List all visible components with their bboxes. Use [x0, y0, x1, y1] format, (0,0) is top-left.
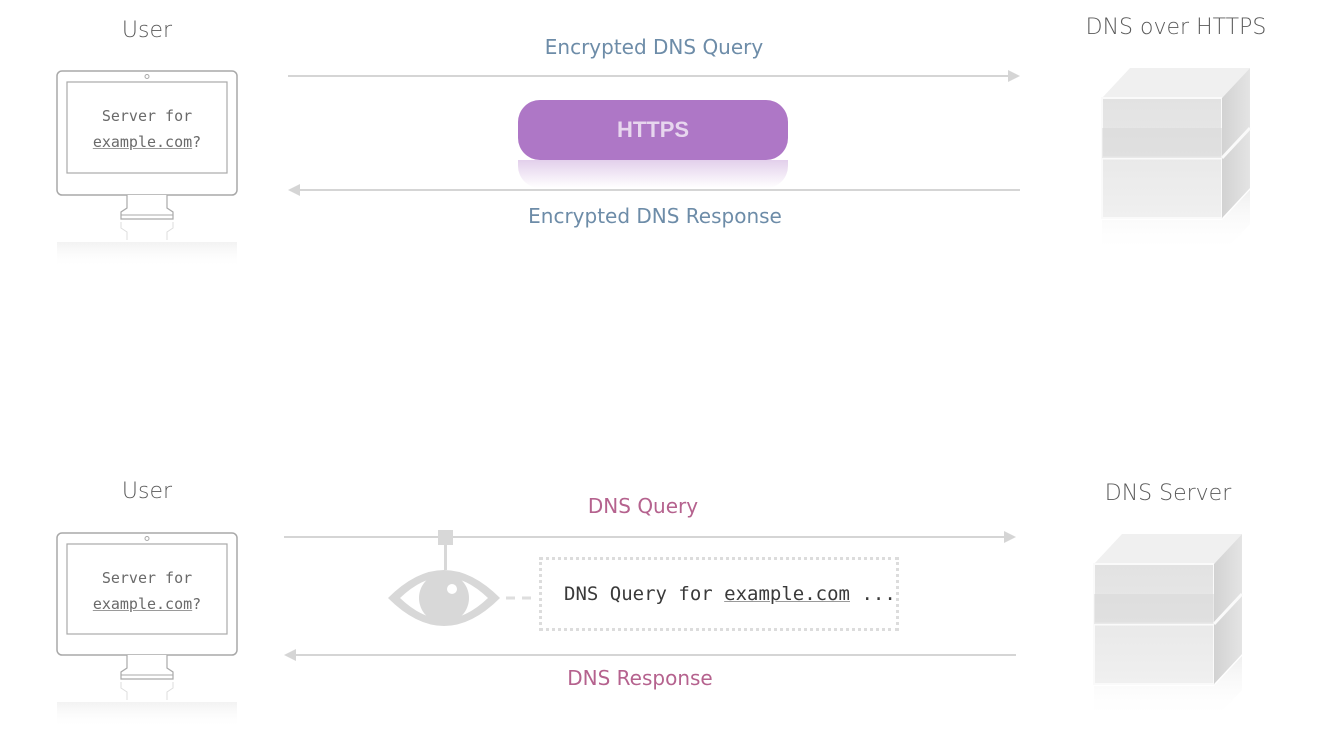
server-label: DNS Server: [1104, 481, 1232, 506]
plain-dns-diagram: User DNS Server Server for example.com? …: [0, 0, 1324, 728]
desktop-monitor-icon: Server for example.com?: [47, 524, 247, 734]
intercepted-query-box: DNS Query for example.com ...: [539, 557, 899, 631]
server-cube-icon: [1090, 530, 1250, 734]
user-label: User: [121, 479, 173, 504]
query-label: DNS Query: [587, 494, 699, 518]
intercept-domain: example.com: [724, 583, 850, 605]
eye-icon: [386, 528, 536, 636]
response-label: DNS Response: [567, 666, 713, 690]
arrow-left-icon: [284, 649, 296, 661]
screen-suffix: ?: [192, 595, 202, 613]
arrow-right-icon: [1004, 531, 1016, 543]
intercept-suffix: ...: [850, 583, 896, 605]
intercept-prefix: DNS Query for: [564, 583, 725, 605]
response-arrow: [296, 654, 1016, 656]
screen-line: Server for: [101, 569, 193, 587]
screen-domain: example.com: [92, 595, 193, 613]
